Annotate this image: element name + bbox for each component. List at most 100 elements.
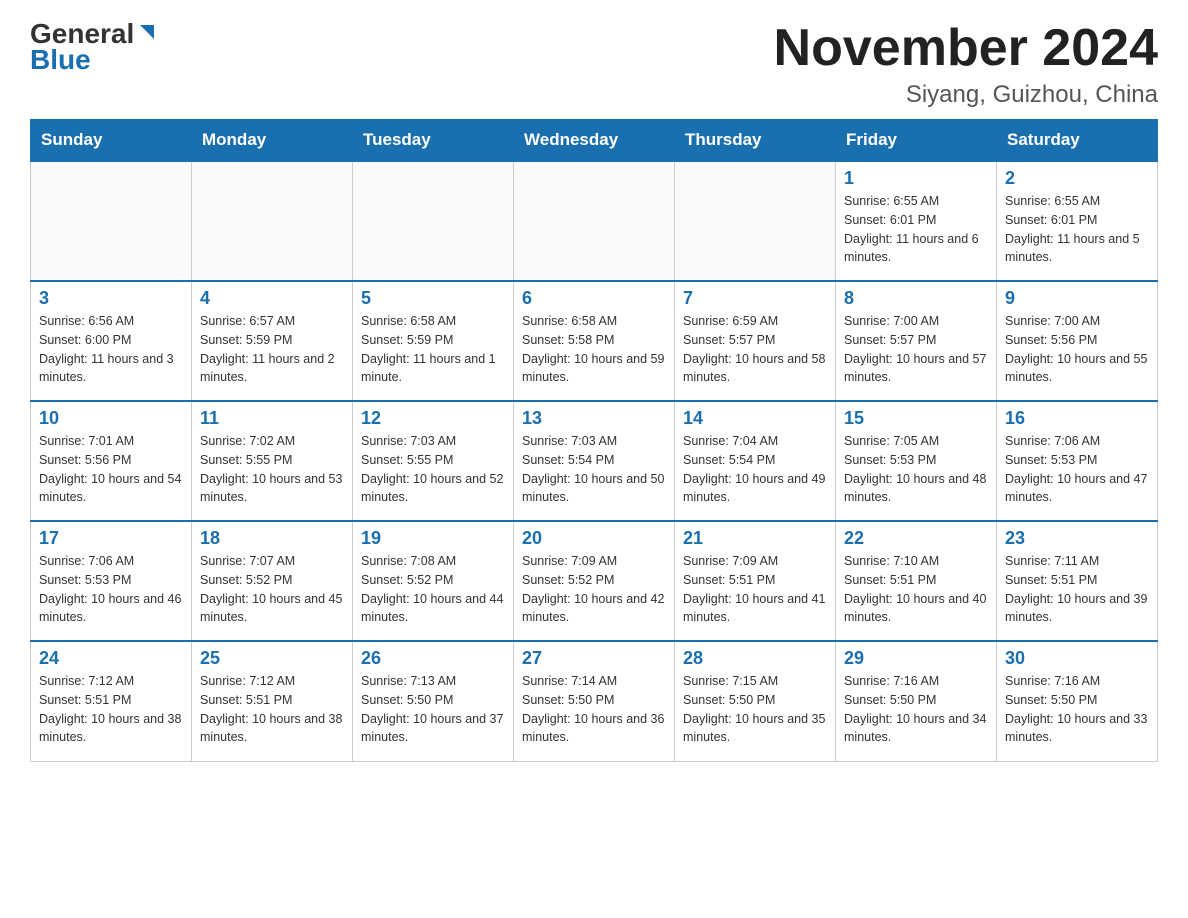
day-info: Sunrise: 7:03 AMSunset: 5:55 PMDaylight:…	[361, 432, 505, 507]
day-number: 17	[39, 528, 183, 549]
calendar-table: Sunday Monday Tuesday Wednesday Thursday…	[30, 119, 1158, 762]
table-row: 19 Sunrise: 7:08 AMSunset: 5:52 PMDayligh…	[353, 521, 514, 641]
day-info: Sunrise: 7:09 AMSunset: 5:51 PMDaylight:…	[683, 552, 827, 627]
day-number: 22	[844, 528, 988, 549]
logo: General Blue	[30, 20, 158, 76]
table-row: 20 Sunrise: 7:09 AMSunset: 5:52 PMDayligh…	[514, 521, 675, 641]
table-row	[31, 161, 192, 281]
day-info: Sunrise: 6:57 AMSunset: 5:59 PMDaylight:…	[200, 312, 344, 387]
col-saturday: Saturday	[997, 120, 1158, 162]
day-number: 26	[361, 648, 505, 669]
calendar-title: November 2024	[774, 20, 1158, 77]
day-number: 11	[200, 408, 344, 429]
table-row: 21 Sunrise: 7:09 AMSunset: 5:51 PMDayligh…	[675, 521, 836, 641]
day-number: 12	[361, 408, 505, 429]
day-info: Sunrise: 6:58 AMSunset: 5:58 PMDaylight:…	[522, 312, 666, 387]
day-number: 18	[200, 528, 344, 549]
day-info: Sunrise: 7:15 AMSunset: 5:50 PMDaylight:…	[683, 672, 827, 747]
day-info: Sunrise: 6:58 AMSunset: 5:59 PMDaylight:…	[361, 312, 505, 387]
day-info: Sunrise: 7:06 AMSunset: 5:53 PMDaylight:…	[39, 552, 183, 627]
table-row: 26 Sunrise: 7:13 AMSunset: 5:50 PMDayligh…	[353, 641, 514, 761]
table-row	[514, 161, 675, 281]
day-info: Sunrise: 7:04 AMSunset: 5:54 PMDaylight:…	[683, 432, 827, 507]
table-row: 11Sunrise: 7:02 AMSunset: 5:55 PMDayligh…	[192, 401, 353, 521]
col-friday: Friday	[836, 120, 997, 162]
table-row: 3 Sunrise: 6:56 AMSunset: 6:00 PMDaylight…	[31, 281, 192, 401]
calendar-header-row: Sunday Monday Tuesday Wednesday Thursday…	[31, 120, 1158, 162]
day-info: Sunrise: 7:13 AMSunset: 5:50 PMDaylight:…	[361, 672, 505, 747]
table-row: 29 Sunrise: 7:16 AMSunset: 5:50 PMDayligh…	[836, 641, 997, 761]
logo-arrow-icon	[136, 21, 158, 43]
day-info: Sunrise: 7:10 AMSunset: 5:51 PMDaylight:…	[844, 552, 988, 627]
day-number: 5	[361, 288, 505, 309]
day-number: 13	[522, 408, 666, 429]
col-thursday: Thursday	[675, 120, 836, 162]
day-info: Sunrise: 7:03 AMSunset: 5:54 PMDaylight:…	[522, 432, 666, 507]
day-info: Sunrise: 7:08 AMSunset: 5:52 PMDaylight:…	[361, 552, 505, 627]
day-info: Sunrise: 7:06 AMSunset: 5:53 PMDaylight:…	[1005, 432, 1149, 507]
week-row-5: 24 Sunrise: 7:12 AMSunset: 5:51 PMDayligh…	[31, 641, 1158, 761]
table-row: 27 Sunrise: 7:14 AMSunset: 5:50 PMDayligh…	[514, 641, 675, 761]
day-info: Sunrise: 7:16 AMSunset: 5:50 PMDaylight:…	[844, 672, 988, 747]
day-number: 27	[522, 648, 666, 669]
day-number: 28	[683, 648, 827, 669]
day-number: 21	[683, 528, 827, 549]
table-row: 28 Sunrise: 7:15 AMSunset: 5:50 PMDayligh…	[675, 641, 836, 761]
day-number: 3	[39, 288, 183, 309]
table-row: 30 Sunrise: 7:16 AMSunset: 5:50 PMDayligh…	[997, 641, 1158, 761]
table-row	[675, 161, 836, 281]
table-row: 14 Sunrise: 7:04 AMSunset: 5:54 PMDayligh…	[675, 401, 836, 521]
day-info: Sunrise: 7:00 AMSunset: 5:56 PMDaylight:…	[1005, 312, 1149, 387]
table-row: 4Sunrise: 6:57 AMSunset: 5:59 PMDaylight…	[192, 281, 353, 401]
table-row: 5 Sunrise: 6:58 AMSunset: 5:59 PMDaylight…	[353, 281, 514, 401]
table-row: 24 Sunrise: 7:12 AMSunset: 5:51 PMDayligh…	[31, 641, 192, 761]
day-number: 20	[522, 528, 666, 549]
day-info: Sunrise: 7:05 AMSunset: 5:53 PMDaylight:…	[844, 432, 988, 507]
title-block: November 2024 Siyang, Guizhou, China	[774, 20, 1158, 109]
table-row: 23 Sunrise: 7:11 AMSunset: 5:51 PMDayligh…	[997, 521, 1158, 641]
day-number: 7	[683, 288, 827, 309]
day-number: 29	[844, 648, 988, 669]
table-row: 1 Sunrise: 6:55 AMSunset: 6:01 PMDaylight…	[836, 161, 997, 281]
day-info: Sunrise: 7:12 AMSunset: 5:51 PMDaylight:…	[200, 672, 344, 747]
day-number: 23	[1005, 528, 1149, 549]
col-monday: Monday	[192, 120, 353, 162]
week-row-1: 1 Sunrise: 6:55 AMSunset: 6:01 PMDaylight…	[31, 161, 1158, 281]
day-number: 14	[683, 408, 827, 429]
day-info: Sunrise: 7:14 AMSunset: 5:50 PMDaylight:…	[522, 672, 666, 747]
table-row	[353, 161, 514, 281]
day-info: Sunrise: 7:12 AMSunset: 5:51 PMDaylight:…	[39, 672, 183, 747]
week-row-2: 3 Sunrise: 6:56 AMSunset: 6:00 PMDaylight…	[31, 281, 1158, 401]
table-row: 12 Sunrise: 7:03 AMSunset: 5:55 PMDayligh…	[353, 401, 514, 521]
day-number: 9	[1005, 288, 1149, 309]
day-number: 16	[1005, 408, 1149, 429]
day-number: 10	[39, 408, 183, 429]
day-info: Sunrise: 6:56 AMSunset: 6:00 PMDaylight:…	[39, 312, 183, 387]
col-wednesday: Wednesday	[514, 120, 675, 162]
day-number: 19	[361, 528, 505, 549]
day-info: Sunrise: 7:07 AMSunset: 5:52 PMDaylight:…	[200, 552, 344, 627]
calendar-subtitle: Siyang, Guizhou, China	[774, 81, 1158, 109]
table-row: 15Sunrise: 7:05 AMSunset: 5:53 PMDayligh…	[836, 401, 997, 521]
day-info: Sunrise: 6:55 AMSunset: 6:01 PMDaylight:…	[1005, 192, 1149, 267]
table-row: 9 Sunrise: 7:00 AMSunset: 5:56 PMDaylight…	[997, 281, 1158, 401]
table-row: 6 Sunrise: 6:58 AMSunset: 5:58 PMDaylight…	[514, 281, 675, 401]
day-number: 30	[1005, 648, 1149, 669]
day-number: 1	[844, 168, 988, 189]
table-row: 2Sunrise: 6:55 AMSunset: 6:01 PMDaylight…	[997, 161, 1158, 281]
table-row: 13 Sunrise: 7:03 AMSunset: 5:54 PMDayligh…	[514, 401, 675, 521]
day-info: Sunrise: 6:55 AMSunset: 6:01 PMDaylight:…	[844, 192, 988, 267]
table-row: 10Sunrise: 7:01 AMSunset: 5:56 PMDayligh…	[31, 401, 192, 521]
day-number: 24	[39, 648, 183, 669]
day-info: Sunrise: 7:09 AMSunset: 5:52 PMDaylight:…	[522, 552, 666, 627]
table-row: 7 Sunrise: 6:59 AMSunset: 5:57 PMDaylight…	[675, 281, 836, 401]
table-row: 16 Sunrise: 7:06 AMSunset: 5:53 PMDayligh…	[997, 401, 1158, 521]
table-row: 8Sunrise: 7:00 AMSunset: 5:57 PMDaylight…	[836, 281, 997, 401]
day-info: Sunrise: 7:11 AMSunset: 5:51 PMDaylight:…	[1005, 552, 1149, 627]
day-info: Sunrise: 7:16 AMSunset: 5:50 PMDaylight:…	[1005, 672, 1149, 747]
day-info: Sunrise: 6:59 AMSunset: 5:57 PMDaylight:…	[683, 312, 827, 387]
day-number: 6	[522, 288, 666, 309]
day-info: Sunrise: 7:00 AMSunset: 5:57 PMDaylight:…	[844, 312, 988, 387]
week-row-4: 17 Sunrise: 7:06 AMSunset: 5:53 PMDayligh…	[31, 521, 1158, 641]
table-row: 22 Sunrise: 7:10 AMSunset: 5:51 PMDayligh…	[836, 521, 997, 641]
